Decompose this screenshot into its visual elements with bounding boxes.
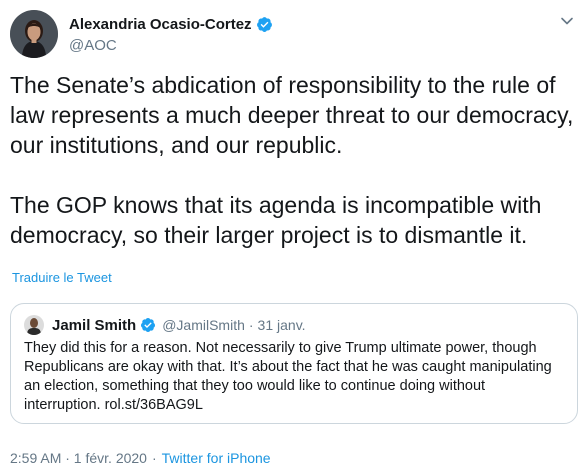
verified-badge-icon bbox=[141, 318, 156, 332]
author-handle[interactable]: @AOC bbox=[69, 37, 273, 54]
footer-separator: · bbox=[151, 450, 157, 466]
author-avatar[interactable] bbox=[10, 10, 58, 58]
quoted-tweet-text: They did this for a reason. Not necessar… bbox=[24, 340, 552, 413]
tweet-paragraph: The GOP knows that its agenda is incompa… bbox=[10, 192, 542, 248]
quoted-author-handle: @JamilSmith bbox=[162, 317, 245, 333]
quoted-separator: · bbox=[248, 317, 254, 333]
verified-badge-icon bbox=[256, 16, 272, 32]
quoted-date: 31 janv. bbox=[257, 317, 306, 333]
translate-tweet-link[interactable]: Traduire le Tweet bbox=[12, 270, 112, 285]
tweet-footer: 2:59 AM · 1 févr. 2020 · Twitter for iPh… bbox=[10, 450, 271, 466]
tweet-header: Alexandria Ocasio-Cortez @AOC bbox=[10, 10, 273, 60]
quoted-author-avatar bbox=[24, 315, 44, 335]
author-name-row: Alexandria Ocasio-Cortez bbox=[69, 13, 273, 35]
chevron-down-icon[interactable] bbox=[560, 14, 574, 28]
tweet-timestamp[interactable]: 2:59 AM · 1 févr. 2020 bbox=[10, 450, 147, 466]
tweet-source-link[interactable]: Twitter for iPhone bbox=[162, 450, 271, 466]
quoted-tweet[interactable]: Jamil Smith @JamilSmith · 31 janv. They … bbox=[10, 303, 578, 424]
quoted-tweet-header: Jamil Smith @JamilSmith · 31 janv. bbox=[22, 314, 566, 336]
author-display-name[interactable]: Alexandria Ocasio-Cortez bbox=[69, 16, 252, 33]
tweet-paragraph: The Senate’s abdication of responsibilit… bbox=[10, 72, 574, 158]
tweet-text: The Senate’s abdication of responsibilit… bbox=[10, 70, 580, 250]
quoted-author-name: Jamil Smith bbox=[52, 316, 137, 334]
author-info: Alexandria Ocasio-Cortez @AOC bbox=[69, 13, 273, 54]
